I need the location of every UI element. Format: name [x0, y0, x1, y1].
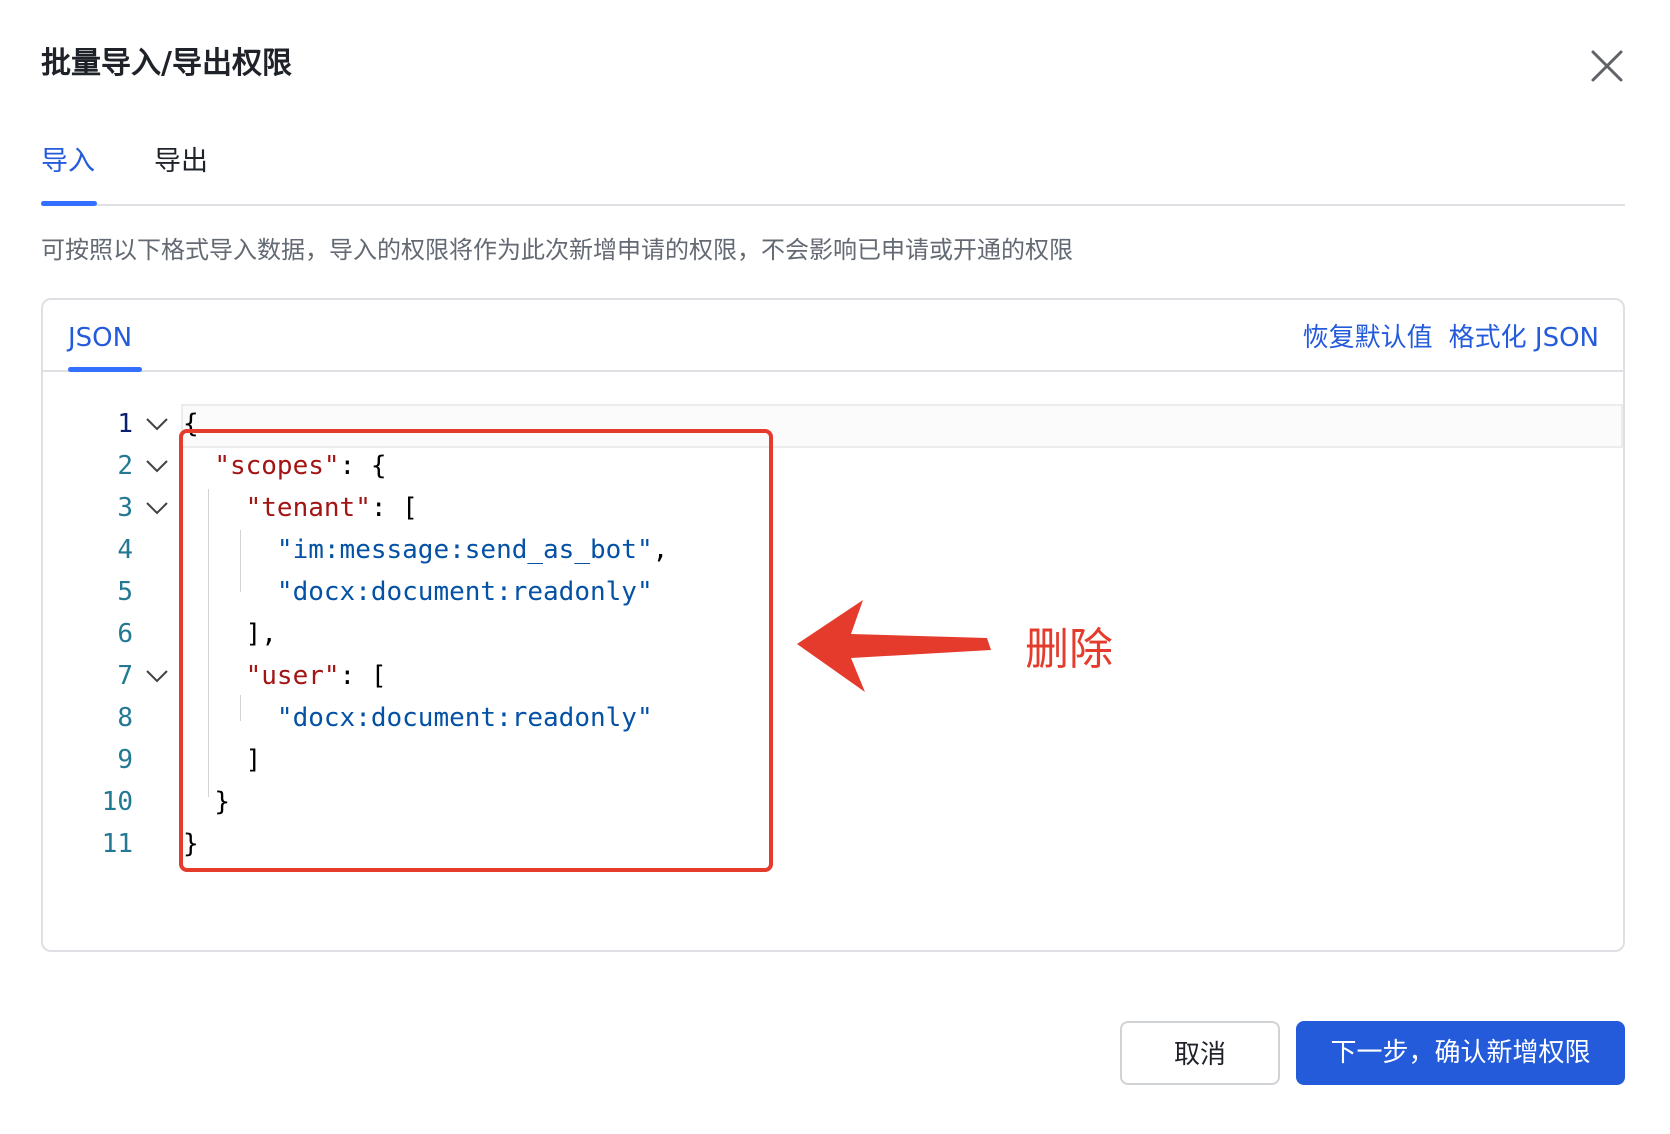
import-description: 可按照以下格式导入数据，导入的权限将作为此次新增申请的权限，不会影响已申请或开通…	[41, 236, 1073, 264]
line-number: 9	[117, 745, 133, 775]
line-number: 7	[117, 661, 133, 691]
annotation-label: 删除	[1025, 624, 1113, 675]
arrow-left-icon	[795, 598, 995, 698]
close-icon[interactable]	[1583, 42, 1631, 90]
line-number: 2	[117, 451, 133, 481]
cancel-button[interactable]: 取消	[1120, 1021, 1280, 1085]
line-number: 5	[117, 577, 133, 607]
tab-export[interactable]: 导出	[154, 144, 208, 180]
editor-header: JSON 恢复默认值 格式化 JSON	[43, 300, 1623, 372]
next-step-button[interactable]: 下一步，确认新增权限	[1296, 1021, 1625, 1085]
line-number: 3	[117, 493, 133, 523]
chevron-down-icon[interactable]	[143, 444, 171, 488]
chevron-down-icon[interactable]	[143, 654, 171, 698]
dialog-title: 批量导入/导出权限	[41, 46, 292, 81]
line-number: 8	[117, 703, 133, 733]
editor-actions: 恢复默认值 格式化 JSON	[1303, 321, 1599, 355]
line-number: 1	[117, 409, 133, 439]
chevron-down-icon[interactable]	[143, 402, 171, 446]
tab-bar: 导入 导出	[41, 138, 1625, 206]
line-number: 4	[117, 535, 133, 565]
line-number: 11	[101, 829, 133, 859]
format-json-button[interactable]: 格式化 JSON	[1449, 323, 1599, 353]
tab-json[interactable]: JSON	[68, 321, 132, 355]
chevron-down-icon[interactable]	[143, 486, 171, 530]
annotation-highlight-box	[179, 429, 773, 872]
active-tab-indicator	[41, 201, 97, 206]
restore-default-button[interactable]: 恢复默认值	[1303, 323, 1433, 353]
line-number: 6	[117, 619, 133, 649]
line-number: 10	[101, 787, 133, 817]
tab-import[interactable]: 导入	[41, 144, 95, 180]
